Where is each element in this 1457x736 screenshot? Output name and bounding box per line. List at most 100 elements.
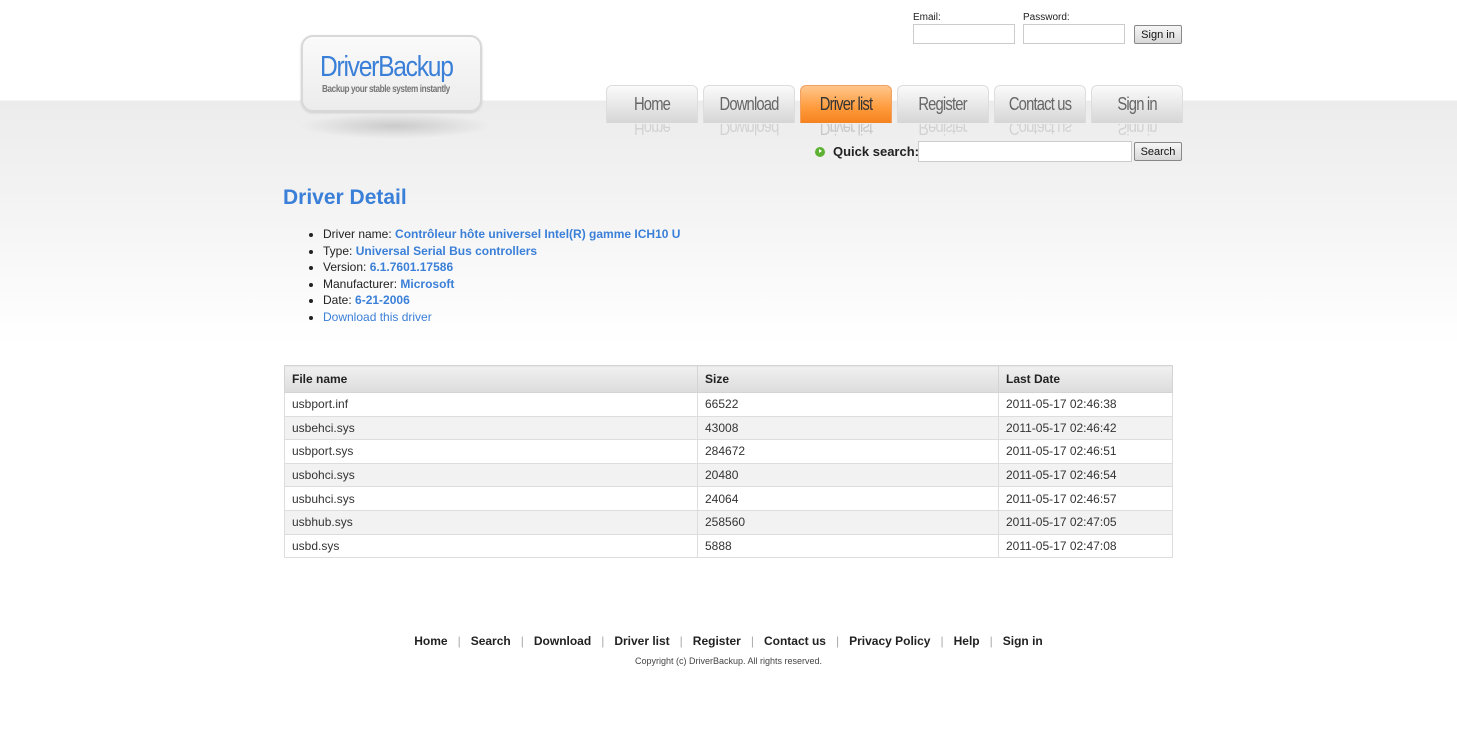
table-row: usbuhci.sys 24064 2011-05-17 02:46:57 [284,486,1173,511]
table-row: usbhub.sys 258560 2011-05-17 02:47:05 [284,509,1173,535]
copyright: Copyright (c) DriverBackup. All rights r… [634,656,823,666]
footer-separator: | [457,634,461,648]
nav-tab-contact-us[interactable]: Contact us Contact us [994,85,1086,138]
file-name-cell: usbohci.sys [284,462,698,488]
footer-link-search[interactable]: Search [471,634,511,648]
password-label: Password: [1023,12,1070,23]
footer-link-contact-us[interactable]: Contact us [764,634,826,648]
nav-tab-label: Home [633,94,671,114]
footer-separator: | [520,634,524,648]
footer-link-help[interactable]: Help [954,634,980,648]
nav-tab-label: Contact us [1008,94,1072,114]
size-cell: 20480 [697,462,999,488]
driver-manufacturer-item: Manufacturer: Microsoft [323,276,680,293]
files-table: File name Size Last Date usbport.inf 6652… [284,365,1173,559]
file-name-cell: usbport.sys [284,439,698,464]
last-date-cell: 2011-05-17 02:47:08 [998,533,1173,559]
nav-tab-download[interactable]: Download Download [703,85,795,138]
file-name-cell: usbehci.sys [284,415,698,441]
nav-tab-sign-in[interactable]: Sign in Sign in [1091,85,1183,138]
quick-search: Quick search: [815,144,919,159]
play-arrow-icon [815,146,825,157]
column-header-last-date: Last Date [998,365,1173,393]
nav-tab-reflection: Home [633,124,671,138]
logo[interactable]: DriverBackup Backup your stable system i… [301,35,482,112]
footer-link-download[interactable]: Download [534,634,591,648]
driver-type-item: Type: Universal Serial Bus controllers [323,243,680,260]
footer-nav: Home | Search | Download | Driver list | Registe… [0,634,1457,648]
size-cell: 5888 [697,533,999,559]
label: Manufacturer: [323,276,398,291]
search-button[interactable]: Search [1134,142,1182,161]
footer-link-privacy-policy[interactable]: Privacy Policy [849,634,930,648]
nav-tab-label: Download [719,94,779,114]
label: Driver name: [323,227,392,241]
page-title: Driver Detail [283,186,407,209]
label: Version: [323,260,367,274]
download-item: Download this driver [323,309,680,326]
email-label: Email: [913,12,941,23]
nav-tab-home[interactable]: Home Home [606,85,698,138]
column-header-size: Size [697,365,999,393]
logo-title: DriverBackup [320,51,454,83]
footer-link-driver-list[interactable]: Driver list [614,634,669,648]
driver-date-value: 6-21-2006 [355,293,410,307]
last-date-cell: 2011-05-17 02:46:42 [998,415,1173,441]
size-cell: 258560 [697,509,999,535]
file-name-cell: usbuhci.sys [284,486,698,511]
last-date-cell: 2011-05-17 02:46:38 [998,392,1173,417]
nav-tab-label: Sign in [1117,94,1157,114]
size-cell: 43008 [697,415,999,441]
last-date-cell: 2011-05-17 02:46:54 [998,462,1173,488]
password-field[interactable] [1023,24,1125,44]
table-row: usbehci.sys 43008 2011-05-17 02:46:42 [284,415,1173,441]
nav-tab-reflection: Driver list [819,124,873,138]
size-cell: 24064 [697,486,999,511]
quick-search-input[interactable] [918,141,1132,162]
size-cell: 66522 [697,392,999,417]
logo-shadow [290,112,500,140]
driver-version-value: 6.1.7601.17586 [369,260,454,274]
label: Date: [323,293,352,307]
email-field[interactable] [913,24,1015,44]
footer-link-sign-in[interactable]: Sign in [1003,634,1043,648]
size-cell: 284672 [697,439,999,464]
last-date-cell: 2011-05-17 02:47:05 [998,509,1173,535]
footer-link-register[interactable]: Register [693,634,741,648]
column-header-file-name: File name [284,365,698,393]
footer-separator: | [679,634,683,648]
footer-link-home[interactable]: Home [414,634,447,648]
footer-separator: | [940,634,944,648]
nav-tab-reflection: Register [918,124,968,138]
last-date-cell: 2011-05-17 02:46:57 [998,486,1173,511]
driver-date-item: Date: 6-21-2006 [323,292,680,309]
nav-tab-label: Driver list [819,94,873,114]
driver-version-item: Version: 6.1.7601.17586 [323,259,680,276]
label: Type: [323,243,353,258]
nav-tab-reflection: Sign in [1117,124,1157,138]
driver-name-item: Driver name: Contrôleur hôte universel I… [323,226,680,243]
table-row: usbport.inf 66522 2011-05-17 02:46:38 [284,392,1173,417]
nav-tab-driver-list[interactable]: Driver list Driver list [800,85,892,138]
logo-tagline: Backup your stable system instantly [322,84,450,95]
quick-search-label: Quick search: [833,144,919,159]
file-name-cell: usbhub.sys [284,509,698,535]
footer-separator: | [750,634,754,648]
table-row: usbport.sys 284672 2011-05-17 02:46:51 [284,439,1173,464]
table-row: usbd.sys 5888 2011-05-17 02:47:08 [284,533,1173,559]
table-row: usbohci.sys 20480 2011-05-17 02:46:54 [284,462,1173,488]
driver-manufacturer-value: Microsoft [400,276,455,291]
nav-tab-reflection: Contact us [1008,124,1072,138]
download-driver-link[interactable]: Download this driver [323,310,432,324]
footer-separator: | [601,634,605,648]
driver-name-value: Contrôleur hôte universel Intel(R) gamme… [395,227,681,241]
nav-tab-register[interactable]: Register Register [897,85,989,138]
sign-in-button[interactable]: Sign in [1134,25,1182,44]
driver-type-value: Universal Serial Bus controllers [355,243,538,258]
last-date-cell: 2011-05-17 02:46:51 [998,439,1173,464]
file-name-cell: usbport.inf [284,392,698,417]
footer-separator: | [989,634,993,648]
footer-separator: | [835,634,840,648]
nav-tab-label: Register [918,94,968,114]
nav-tab-reflection: Download [719,124,779,138]
